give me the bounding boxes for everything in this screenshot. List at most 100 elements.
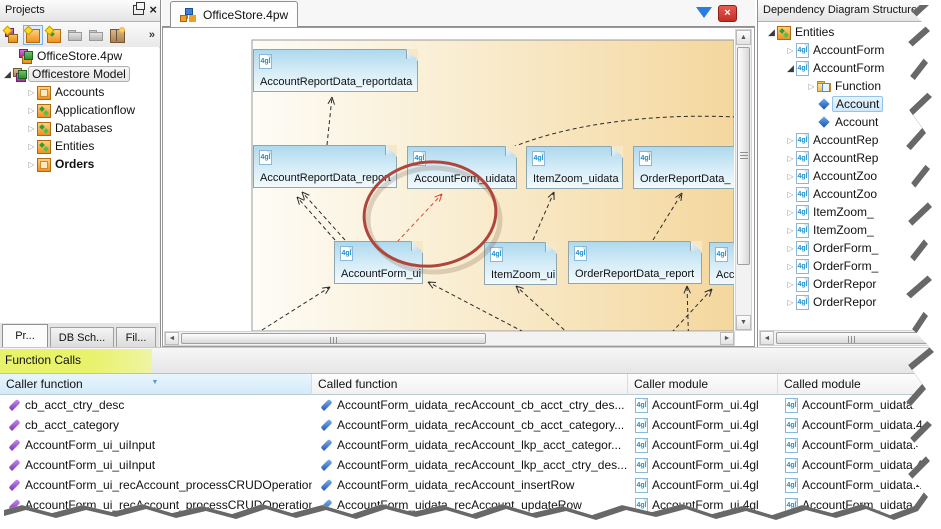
panel-tab-pr[interactable]: Pr... [2, 324, 48, 347]
collapsed-expander-icon[interactable]: ▷ [785, 208, 796, 217]
tree-item-accountrep[interactable]: ▷ AccountRep [758, 149, 930, 167]
cell-caller: AccountForm_ui_recAccount_processCRUDOpe… [0, 478, 312, 492]
tree-item-officestore-model[interactable]: ◢ Officestore Model [0, 65, 159, 83]
function-calls-tab[interactable]: Function Calls [0, 349, 152, 373]
tree-item-account[interactable]: Account [758, 113, 930, 131]
scroll-left-icon[interactable]: ◄ [760, 331, 774, 345]
collapsed-expander-icon[interactable]: ▷ [785, 190, 796, 199]
vscroll-thumb[interactable] [737, 47, 750, 265]
diagram-node-itemzoom-uidata[interactable]: ItemZoom_uidata [526, 146, 623, 189]
toolbar-button-package-globe[interactable] [107, 25, 127, 45]
diagram-node-label: OrderReportData_report [575, 268, 695, 280]
cell-caller: cb_acct_ctry_desc [0, 398, 312, 412]
toolbar-button-new-project-cubes[interactable] [2, 25, 22, 45]
column-header-called-function[interactable]: Called function [312, 374, 628, 395]
tree-item-function[interactable]: ▷ Function [758, 77, 930, 95]
collapsed-expander-icon[interactable]: ▷ [785, 226, 796, 235]
tree-item-applicationflow[interactable]: ▷ Applicationflow [0, 101, 159, 119]
diagram-node-label: OrderReportData_ [640, 173, 731, 185]
collapsed-expander-icon[interactable]: ▷ [785, 172, 796, 181]
tree-item-label-wrap: OrderForm_ [813, 241, 878, 255]
expanded-expander-icon[interactable]: ◢ [785, 63, 796, 74]
collapsed-expander-icon[interactable]: ▷ [785, 154, 796, 163]
scroll-right-icon[interactable]: ► [720, 332, 734, 345]
column-header-caller-function[interactable]: Caller function ▼ [0, 374, 312, 395]
diagram-node-accountreportdata-report[interactable]: AccountReportData_report [253, 145, 397, 188]
4gl-icon [796, 42, 809, 58]
diagram-node-acc[interactable]: Acc [709, 242, 734, 285]
scroll-up-icon[interactable]: ▲ [736, 30, 751, 45]
table-row[interactable]: cb_acct_category AccountForm_uidata_recAc… [0, 415, 930, 435]
table-row[interactable]: AccountForm_ui_uiInput AccountForm_uidata… [0, 435, 930, 455]
tree-item-label-wrap: OrderRepor [813, 295, 876, 309]
diamond-icon [817, 97, 831, 111]
table-row[interactable]: AccountForm_ui_uiInput AccountForm_uidata… [0, 455, 930, 475]
hscroll-thumb[interactable] [776, 332, 928, 344]
scroll-down-icon[interactable]: ▼ [736, 315, 751, 330]
collapsed-expander-icon[interactable]: ▷ [26, 106, 37, 115]
cell-text: AccountForm_ui_recAccount_processCRUDOpe… [25, 478, 312, 492]
4gl-file-icon [785, 397, 798, 413]
cell-caller: cb_acct_category [0, 418, 312, 432]
table-row[interactable]: AccountForm_ui_recAccount_processCRUDOpe… [0, 475, 930, 495]
4gl-file-icon [574, 246, 587, 261]
tree-item-accounts[interactable]: ▷ Accounts [0, 83, 159, 101]
close-panel-icon[interactable]: × [149, 3, 157, 16]
4gl-file-icon [785, 437, 798, 453]
toolbar-button-new-entity-orange[interactable] [44, 25, 64, 45]
toolbar-overflow-icon[interactable]: » [149, 29, 158, 41]
tree-item-orders[interactable]: ▷ Orders [0, 155, 159, 173]
scroll-left-icon[interactable]: ◄ [165, 332, 179, 345]
tab-officestore-4pw[interactable]: OfficeStore.4pw [170, 1, 299, 27]
structure-hscrollbar[interactable]: ◄ [759, 330, 930, 346]
diagram-hscrollbar[interactable]: ◄ ► [164, 331, 735, 346]
diagram-viewport[interactable]: AccountReportData_reportdata AccountRepor… [164, 29, 734, 331]
tree-item-accountzoo[interactable]: ▷ AccountZoo [758, 185, 930, 203]
app-window: Projects × » OfficeStore.4pw ◢ Officestore… [0, 0, 930, 515]
expanded-expander-icon[interactable]: ◢ [2, 69, 13, 80]
tree-item-databases[interactable]: ▷ Databases [0, 119, 159, 137]
collapsed-expander-icon[interactable]: ▷ [26, 124, 37, 133]
collapsed-expander-icon[interactable]: ▷ [785, 298, 796, 307]
diagram-node-orderreportdata-report[interactable]: OrderReportData_report [568, 241, 702, 284]
diagram-node-itemzoom-ui[interactable]: ItemZoom_ui [484, 242, 557, 285]
column-header-caller-module[interactable]: Caller module [628, 374, 778, 395]
diagram-node-accountform-ui[interactable]: AccountForm_ui [334, 241, 423, 284]
collapsed-expander-icon[interactable]: ▷ [26, 88, 37, 97]
collapsed-expander-icon[interactable]: ▷ [785, 46, 796, 55]
cell-caller_module: AccountForm_ui.4gl [628, 417, 778, 433]
collapsed-expander-icon[interactable]: ▷ [26, 142, 37, 151]
filter-triangle-icon[interactable] [696, 7, 712, 18]
close-diagram-button[interactable]: × [718, 5, 737, 22]
4gl-file-icon [639, 151, 652, 166]
tree-item-officestore-4pw[interactable]: OfficeStore.4pw [0, 47, 159, 65]
toolbar-button-open-folder2-disabled[interactable] [86, 25, 106, 45]
collapsed-expander-icon[interactable]: ▷ [806, 82, 817, 91]
diagram-node-accountreportdata-reportdata[interactable]: AccountReportData_reportdata [253, 49, 418, 92]
collapsed-expander-icon[interactable]: ▷ [785, 244, 796, 253]
toolbar-button-open-folder-disabled[interactable] [65, 25, 85, 45]
expanded-expander-icon[interactable]: ◢ [766, 27, 777, 38]
collapsed-expander-icon[interactable]: ▷ [785, 280, 796, 289]
diagram-vscrollbar[interactable]: ▲ ▼ [735, 29, 752, 331]
toolbar-button-new-item-orange-active[interactable] [23, 24, 43, 45]
hscroll-thumb[interactable] [181, 333, 486, 344]
diagram-node-orderreportdata[interactable]: OrderReportData_ [633, 146, 734, 189]
collapsed-expander-icon[interactable]: ▷ [785, 262, 796, 271]
table-row[interactable]: cb_acct_ctry_desc AccountForm_uidata_recA… [0, 395, 930, 415]
tree-item-label-wrap: AccountZoo [813, 169, 877, 183]
panel-tab-db-sch[interactable]: DB Sch... [50, 327, 114, 347]
tree-item-label: Applicationflow [55, 103, 136, 117]
panel-tab-fil[interactable]: Fil... [116, 327, 156, 347]
float-window-icon[interactable] [133, 1, 146, 15]
collapsed-expander-icon[interactable]: ▷ [785, 136, 796, 145]
function-calls-tab-label: Function Calls [5, 353, 82, 367]
cell-text: AccountForm_uidata.4 [802, 438, 923, 452]
collapsed-expander-icon[interactable]: ▷ [26, 160, 37, 169]
tree-item-label-wrap: Entities [55, 139, 94, 153]
diagram-node-accountform-uidata[interactable]: AccountForm_uidata [407, 146, 517, 189]
pen-blue-icon [319, 438, 333, 452]
tree-item-entities[interactable]: ▷ Entities [0, 137, 159, 155]
cell-text: AccountForm_uidata.4 [802, 478, 923, 492]
4gl-file-icon [635, 477, 648, 493]
